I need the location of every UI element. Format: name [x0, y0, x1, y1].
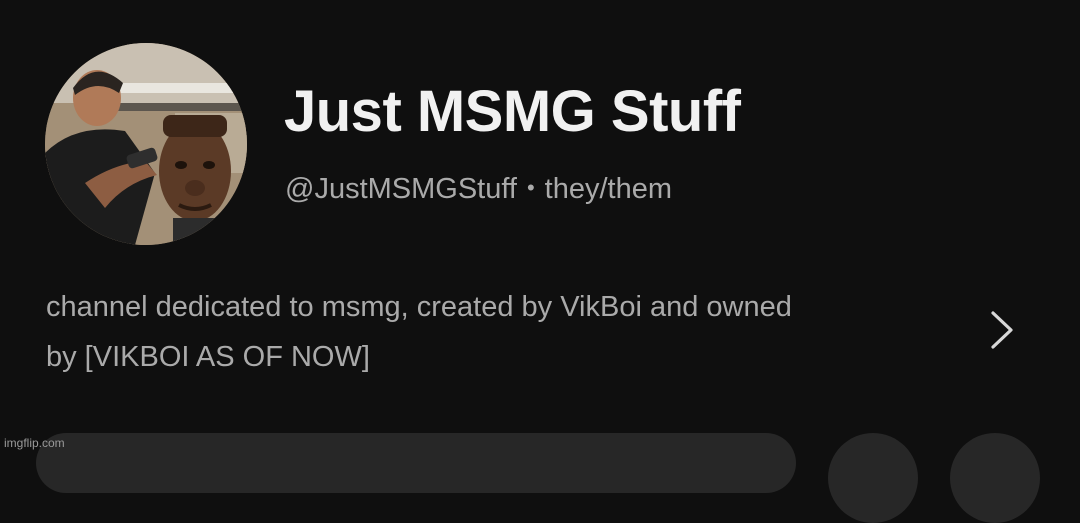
subscribe-pill-button[interactable]	[36, 433, 796, 493]
circle-action-button[interactable]	[828, 433, 918, 523]
chevron-right-icon[interactable]	[984, 308, 1020, 352]
channel-name: Just MSMG Stuff	[284, 79, 741, 144]
description-line: by [VIKBOI AS OF NOW]	[46, 341, 370, 373]
channel-avatar[interactable]	[45, 43, 247, 245]
avatar-image	[45, 43, 247, 245]
watermark-text: imgflip.com	[4, 436, 65, 450]
channel-description[interactable]: channel dedicated to msmg, created by Vi…	[46, 282, 946, 382]
circle-action-button[interactable]	[950, 433, 1040, 523]
channel-handle: @JustMSMGStuff	[285, 173, 517, 205]
separator-dot: •	[526, 175, 535, 200]
channel-meta: @JustMSMGStuff • they/them	[285, 173, 672, 206]
channel-pronouns: they/them	[544, 173, 673, 205]
description-line: channel dedicated to msmg, created by Vi…	[46, 291, 792, 323]
